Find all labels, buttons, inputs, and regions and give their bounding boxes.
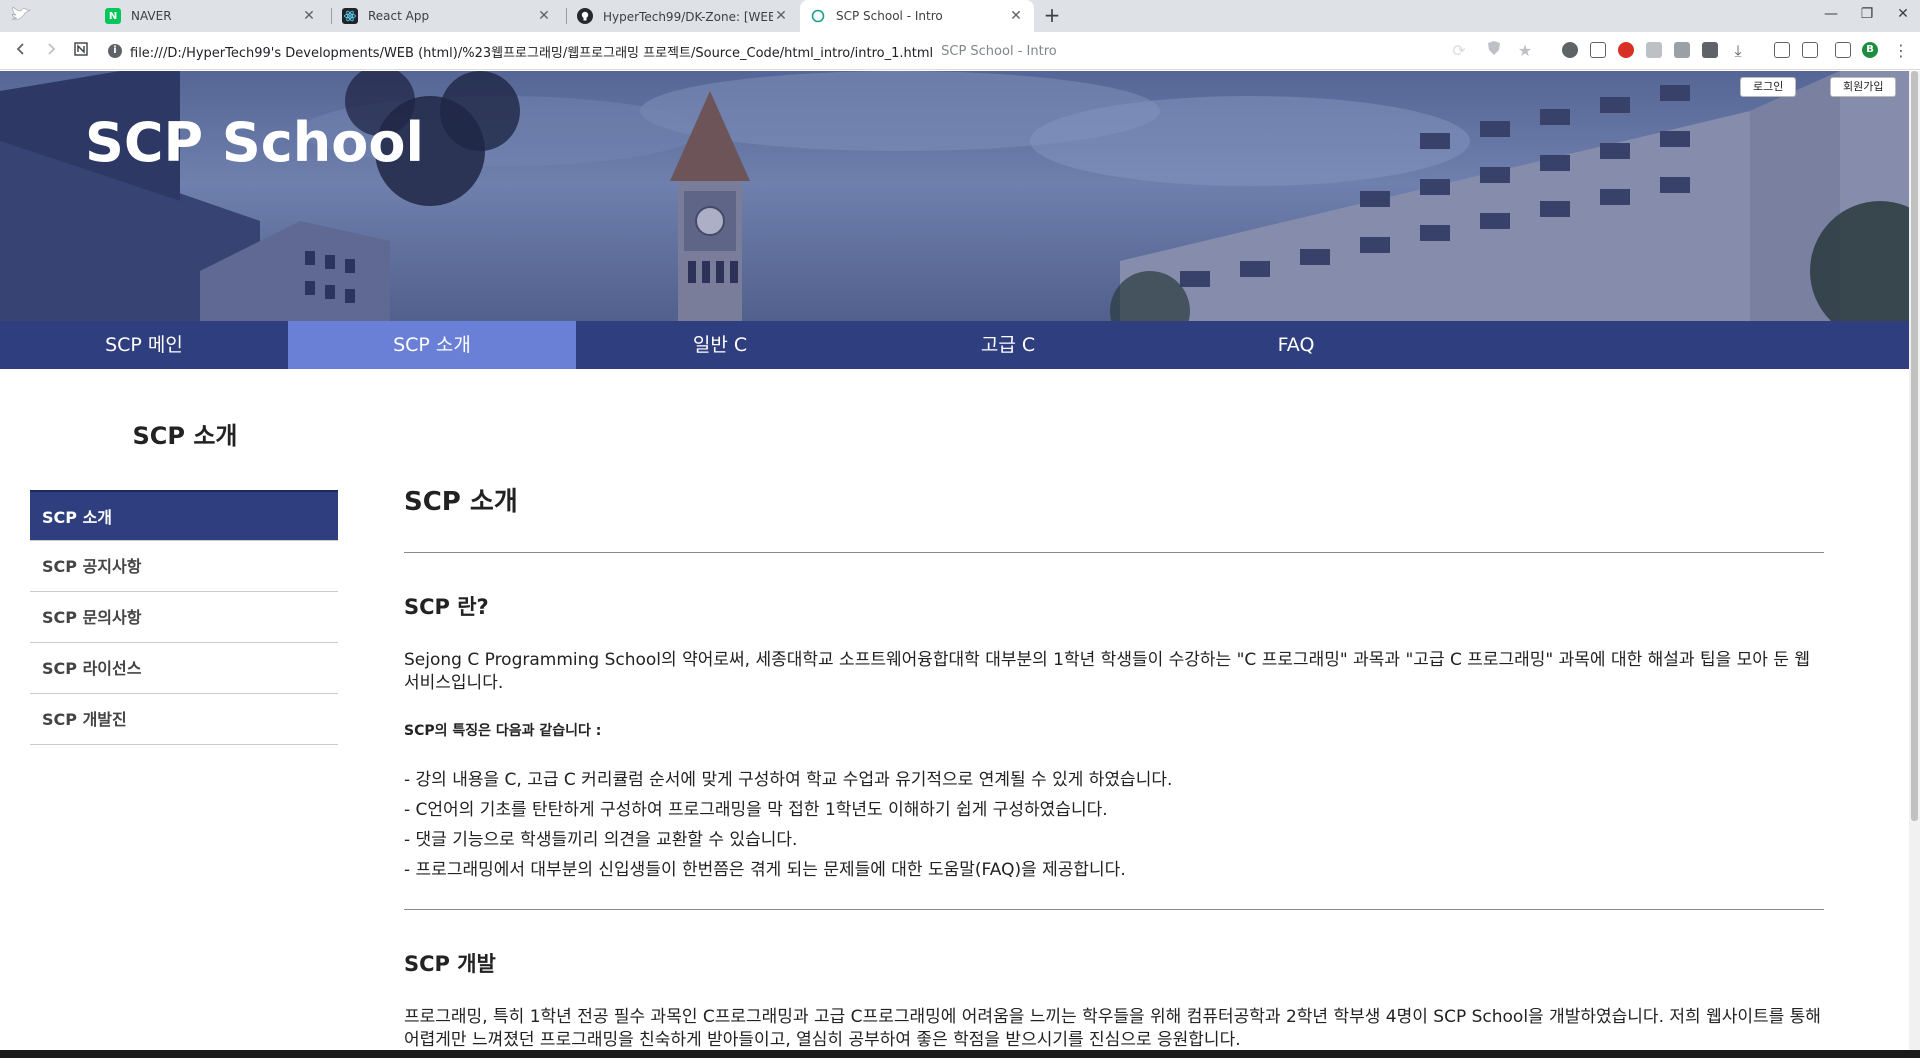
reload-icon[interactable]: ⟳ bbox=[1448, 40, 1470, 62]
adblock-icon[interactable] bbox=[1618, 42, 1634, 58]
nav-item-advanced-c[interactable]: 고급 C bbox=[864, 321, 1152, 369]
bookmark-star-icon[interactable]: ★ bbox=[1514, 40, 1536, 62]
shield-icon[interactable] bbox=[1483, 40, 1505, 62]
browser-tabstrip: N NAVER ✕ React App ✕ HyperTech99/DK-Zon… bbox=[0, 0, 1920, 32]
tab-github[interactable]: HyperTech99/DK-Zone: [WEB]개 ✕ bbox=[567, 0, 799, 32]
page-title-text: SCP School - Intro bbox=[941, 43, 1057, 59]
tab-close-icon[interactable]: ✕ bbox=[1008, 8, 1024, 24]
ex-extension-icon[interactable] bbox=[1674, 42, 1690, 58]
sidebar-menu: SCP 소개 SCP 공지사항 SCP 문의사항 SCP 라이선스 SCP 개발… bbox=[30, 490, 338, 745]
browser-menu-icon[interactable]: ⋮ bbox=[1890, 40, 1912, 62]
tab-naver[interactable]: N NAVER ✕ bbox=[95, 0, 327, 32]
page-viewport: SCP School 로그인 회원가입 SCP 메인 SCP 소개 일반 C 고… bbox=[0, 71, 1920, 1058]
tab-close-icon[interactable]: ✕ bbox=[301, 8, 317, 24]
list-item: - 프로그래밍에서 대부분의 신입생들이 한번쯤은 겪게 되는 문제들에 대한 … bbox=[404, 860, 1126, 880]
campus-photo-illustration bbox=[0, 71, 1920, 321]
page-scrollbar[interactable] bbox=[1909, 71, 1920, 1058]
sidebar-item-license[interactable]: SCP 라이선스 bbox=[30, 643, 338, 694]
reader-extension-icon[interactable] bbox=[1802, 42, 1818, 58]
main-navigation: SCP 메인 SCP 소개 일반 C 고급 C FAQ bbox=[0, 321, 1920, 369]
login-button[interactable]: 로그인 bbox=[1740, 77, 1797, 97]
download-icon[interactable]: ⤓ bbox=[1727, 40, 1749, 62]
react-favicon-icon bbox=[342, 8, 358, 24]
list-item: - 댓글 기능으로 학생들끼리 의견을 교환할 수 있습니다. bbox=[404, 830, 798, 850]
divider bbox=[404, 909, 1824, 910]
window-extension-icon[interactable] bbox=[1590, 42, 1606, 58]
development-description: 프로그래밍, 특히 1학년 전공 필수 과목인 C프로그래밍과 고급 C프로그래… bbox=[404, 1007, 1821, 1050]
profile-avatar[interactable]: B bbox=[1862, 42, 1878, 58]
screenshot-extension-icon[interactable] bbox=[1774, 42, 1790, 58]
close-window-icon[interactable]: ✕ bbox=[1885, 0, 1920, 32]
nav-item-basic-c[interactable]: 일반 C bbox=[576, 321, 864, 369]
forward-icon[interactable] bbox=[40, 40, 62, 62]
divider bbox=[404, 552, 1824, 553]
site-title[interactable]: SCP School bbox=[85, 111, 424, 174]
nav-item-scp-intro[interactable]: SCP 소개 bbox=[288, 321, 576, 369]
address-bar[interactable]: i file:///D:/HyperTech99's Developments/… bbox=[108, 37, 1448, 65]
github-favicon-icon bbox=[577, 8, 593, 24]
list-item: - C언어의 기초를 탄탄하게 구성하여 프로그래밍을 막 접한 1학년도 이해… bbox=[404, 800, 1108, 820]
tab-close-icon[interactable]: ✕ bbox=[536, 8, 552, 24]
new-tab-button[interactable]: + bbox=[1040, 4, 1064, 28]
list-item: - 강의 내용을 C, 고급 C 커리큘럼 순서에 맞게 구성하여 학교 수업과… bbox=[404, 770, 1173, 790]
sidebar-item-inquiry[interactable]: SCP 문의사항 bbox=[30, 592, 338, 643]
content-heading: SCP 소개 bbox=[404, 487, 518, 517]
site-info-icon[interactable]: i bbox=[108, 44, 122, 58]
tab-react-app[interactable]: React App ✕ bbox=[332, 0, 562, 32]
sidebar-item-intro[interactable]: SCP 소개 bbox=[30, 490, 338, 541]
tab-title: HyperTech99/DK-Zone: [WEB]개 bbox=[603, 9, 773, 24]
mouse-extension-icon[interactable] bbox=[1562, 42, 1578, 58]
signup-button[interactable]: 회원가입 bbox=[1830, 77, 1897, 97]
back-icon[interactable] bbox=[10, 40, 32, 62]
nav-item-scp-main[interactable]: SCP 메인 bbox=[0, 321, 288, 369]
scrollbar-thumb[interactable] bbox=[1911, 71, 1918, 821]
tab-title: React App bbox=[368, 9, 430, 23]
tab-title: NAVER bbox=[131, 9, 172, 23]
hero-banner: SCP School 로그인 회원가입 bbox=[0, 71, 1920, 321]
naver-home-icon[interactable] bbox=[70, 40, 92, 62]
url-text: file:///D:/HyperTech99's Developments/WE… bbox=[130, 45, 934, 61]
tab-title: SCP School - Intro bbox=[836, 9, 943, 23]
taskbar-strip bbox=[0, 1050, 1920, 1058]
minimize-icon[interactable]: — bbox=[1813, 0, 1849, 32]
image-extension-icon[interactable] bbox=[1646, 42, 1662, 58]
scp-description: Sejong C Programming School의 약어로써, 세종대학교… bbox=[404, 650, 1811, 693]
features-title: SCP의 특징은 다음과 같습니다 : bbox=[404, 723, 602, 739]
restore-icon[interactable]: ❐ bbox=[1849, 0, 1885, 32]
loading-favicon-icon bbox=[810, 8, 826, 24]
sidebar-title: SCP 소개 bbox=[132, 422, 238, 450]
features-list: - 강의 내용을 C, 고급 C 커리큘럼 순서에 맞게 구성하여 학교 수업과… bbox=[404, 765, 1824, 885]
sidebar-item-notice[interactable]: SCP 공지사항 bbox=[30, 541, 338, 592]
naver-favicon-icon: N bbox=[105, 8, 121, 24]
nav-item-faq[interactable]: FAQ bbox=[1152, 321, 1440, 369]
tab-scp-school[interactable]: SCP School - Intro ✕ bbox=[800, 0, 1034, 32]
browser-toolbar: i file:///D:/HyperTech99's Developments/… bbox=[0, 32, 1920, 70]
bird-app-icon[interactable] bbox=[0, 0, 44, 32]
sidebar-item-developers[interactable]: SCP 개발진 bbox=[30, 694, 338, 745]
tab-close-icon[interactable]: ✕ bbox=[773, 8, 789, 24]
info-extension-icon[interactable] bbox=[1702, 42, 1718, 58]
main-content: SCP 소개 SCP 란? Sejong C Programming Schoo… bbox=[404, 451, 1824, 1052]
sidebar-panel-icon[interactable] bbox=[1835, 42, 1851, 58]
section-title-what-is-scp: SCP 란? bbox=[404, 595, 489, 619]
section-title-development: SCP 개발 bbox=[404, 952, 496, 976]
